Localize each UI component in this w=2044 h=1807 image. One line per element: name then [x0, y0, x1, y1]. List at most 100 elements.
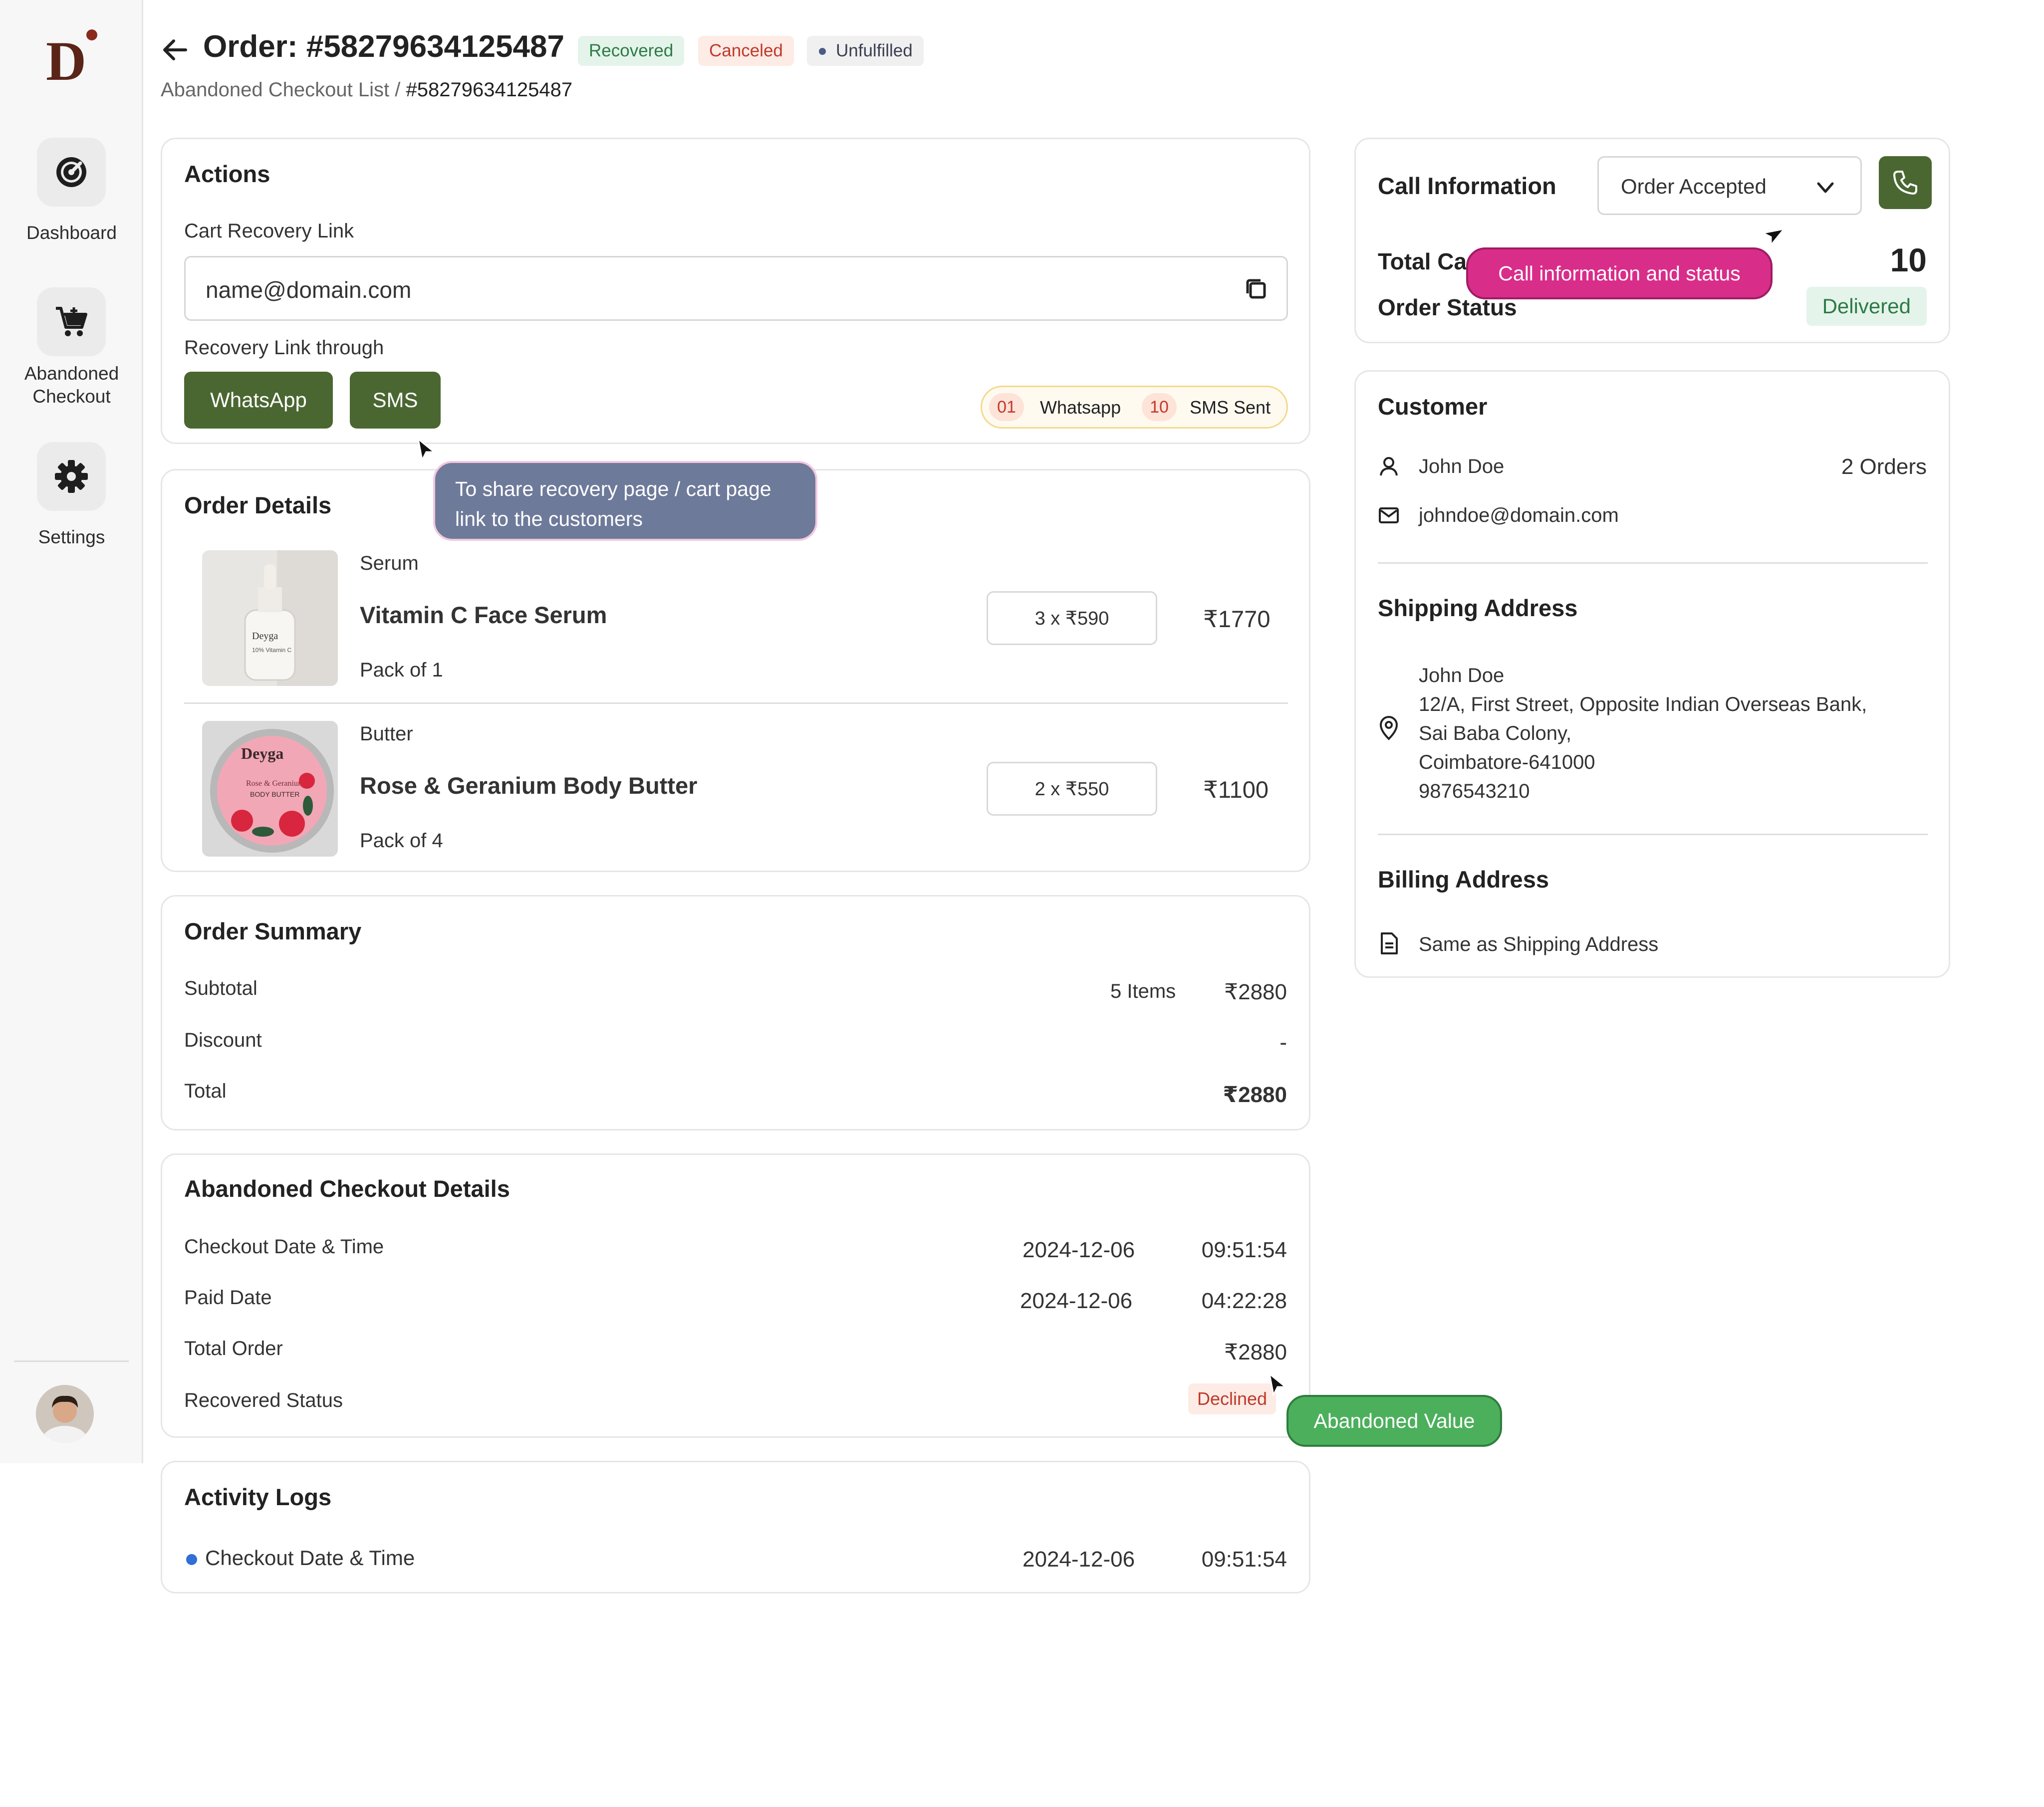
- cart-link-label: Cart Recovery Link: [184, 220, 354, 242]
- svg-text:Rose & Geranium: Rose & Geranium: [246, 779, 304, 788]
- item-total: ₹1770: [1203, 606, 1271, 632]
- subtotal-value: ₹2880: [1224, 980, 1287, 1004]
- total-value: ₹2880: [1223, 1083, 1287, 1107]
- recovered-status-label: Recovered Status: [184, 1389, 343, 1411]
- document-icon: [1379, 931, 1399, 955]
- breadcrumb: Abandoned Checkout List / #5827963412548…: [161, 79, 572, 101]
- item-category: Butter: [360, 723, 413, 745]
- ship-line: Sai Baba Colony,: [1419, 722, 1572, 744]
- product-image-serum: Deyga 10% Vitamin C: [202, 550, 338, 686]
- breadcrumb-current: #58279634125487: [406, 79, 573, 101]
- item-category: Serum: [360, 552, 419, 574]
- checkout-date: 2024-12-06: [1022, 1238, 1135, 1262]
- activity-title: Activity Logs: [184, 1484, 332, 1510]
- item-divider: [184, 702, 1288, 704]
- subtotal-label: Subtotal: [184, 977, 257, 999]
- sidebar-divider: [14, 1360, 129, 1362]
- sidebar-item-settings[interactable]: Settings: [0, 442, 143, 552]
- mouse-cursor-icon: [1761, 227, 1786, 247]
- cart-link-field[interactable]: name@domain.com: [184, 256, 1288, 321]
- customer-card: Customer John Doe 2 Orders johndoe@domai…: [1354, 370, 1950, 978]
- shipping-title: Shipping Address: [1378, 595, 1578, 621]
- brand-logo[interactable]: D: [44, 28, 99, 92]
- sms-count: 10: [1142, 393, 1177, 421]
- phone-icon: [1893, 171, 1917, 195]
- customer-title: Customer: [1378, 393, 1488, 420]
- shipping-address: John Doe 12/A, First Street, Opposite In…: [1419, 661, 1867, 806]
- paid-date-label: Paid Date: [184, 1287, 272, 1309]
- total-order-value: ₹2880: [1224, 1340, 1287, 1364]
- dashboard-gauge-icon: [37, 138, 106, 207]
- total-order-label: Total Order: [184, 1338, 283, 1359]
- billing-value: Same as Shipping Address: [1419, 933, 1659, 955]
- svg-text:Deyga: Deyga: [252, 631, 278, 642]
- item-total: ₹1100: [1203, 776, 1269, 803]
- ship-line: Coimbatore-641000: [1419, 751, 1595, 773]
- activity-entry-time: 09:51:54: [1201, 1547, 1287, 1572]
- customer-divider: [1378, 562, 1928, 564]
- chevron-down-icon: [1815, 178, 1835, 198]
- total-calls-value: 10: [1890, 241, 1927, 278]
- order-item-row: Deyga 10% Vitamin C Serum Vitamin C Face…: [162, 550, 1309, 700]
- status-badge-label: Unfulfilled: [836, 41, 913, 60]
- whatsapp-button[interactable]: WhatsApp: [184, 372, 333, 429]
- timeline-dot-icon: [186, 1554, 197, 1565]
- sent-counts-badge: 01 Whatsapp 10 SMS Sent: [981, 386, 1288, 429]
- customer-email[interactable]: johndoe@domain.com: [1419, 504, 1619, 527]
- tooltip-line: To share recovery page / cart page: [455, 477, 771, 500]
- user-avatar[interactable]: [36, 1385, 94, 1443]
- copy-icon[interactable]: [1243, 275, 1270, 302]
- paid-date: 2024-12-06: [1020, 1289, 1133, 1313]
- mail-icon: [1378, 504, 1400, 526]
- call-information-card: Call Information Order Accepted Total Ca…: [1354, 138, 1950, 343]
- recovery-link-tooltip: To share recovery page / cart page link …: [433, 461, 817, 541]
- user-icon: [1378, 455, 1400, 477]
- activity-logs-card: Activity Logs Checkout Date & Time 2024-…: [161, 1461, 1310, 1593]
- svg-text:Deyga: Deyga: [241, 744, 283, 762]
- sidebar-item-label: Settings: [38, 527, 105, 547]
- total-calls-label: Total Ca: [1378, 248, 1467, 274]
- customer-orders[interactable]: 2 Orders: [1841, 454, 1927, 479]
- item-name: Rose & Geranium Body Butter: [360, 772, 698, 799]
- mouse-cursor-icon: [1268, 1372, 1288, 1397]
- sms-button[interactable]: SMS: [350, 372, 441, 429]
- status-badge-canceled: Canceled: [698, 36, 794, 66]
- svg-text:BODY BUTTER: BODY BUTTER: [250, 790, 299, 798]
- order-summary-card: Order Summary Subtotal 5 Items ₹2880 Dis…: [161, 895, 1310, 1130]
- item-pack: Pack of 4: [360, 830, 443, 852]
- ship-name: John Doe: [1419, 665, 1505, 686]
- svg-text:D: D: [46, 30, 86, 88]
- actions-card: Actions Cart Recovery Link name@domain.c…: [161, 138, 1310, 444]
- sidebar-item-label: Abandoned Checkout: [24, 363, 119, 407]
- page-title: Order: #58279634125487: [203, 29, 564, 64]
- item-quantity-box: 2 x ₹550: [987, 762, 1157, 816]
- breadcrumb-parent[interactable]: Abandoned Checkout List /: [161, 79, 400, 101]
- billing-title: Billing Address: [1378, 866, 1549, 893]
- svg-text:10% Vitamin C: 10% Vitamin C: [252, 647, 291, 654]
- call-button[interactable]: [1879, 156, 1932, 209]
- order-summary-title: Order Summary: [184, 918, 362, 944]
- mouse-cursor-icon: [416, 437, 437, 462]
- sidebar: D Dashboard Abandoned Checkout Settings: [0, 0, 143, 1463]
- sidebar-item-abandoned-checkout[interactable]: Abandoned Checkout: [0, 287, 143, 417]
- abandoned-checkout-card: Abandoned Checkout Details Checkout Date…: [161, 1153, 1310, 1438]
- dropdown-value: Order Accepted: [1621, 175, 1767, 198]
- item-pack: Pack of 1: [360, 659, 443, 681]
- status-badge-recovered: Recovered: [578, 36, 685, 66]
- call-status-dropdown[interactable]: Order Accepted: [1597, 156, 1862, 215]
- back-arrow-icon[interactable]: [161, 35, 191, 65]
- status-dot-icon: [819, 48, 826, 55]
- discount-label: Discount: [184, 1029, 262, 1051]
- actions-title: Actions: [184, 161, 270, 187]
- checkout-datetime-label: Checkout Date & Time: [184, 1236, 384, 1258]
- tooltip-line: link to the customers: [455, 507, 643, 530]
- sidebar-item-dashboard[interactable]: Dashboard: [0, 138, 143, 252]
- items-count: 5 Items: [1110, 980, 1176, 1002]
- recovery-through-label: Recovery Link through: [184, 337, 384, 359]
- location-pin-icon: [1378, 716, 1400, 741]
- checkout-time: 09:51:54: [1201, 1238, 1287, 1262]
- order-status-badge: Delivered: [1806, 287, 1927, 326]
- product-image-body-butter: Deyga Rose & Geranium BODY BUTTER: [202, 721, 338, 857]
- activity-entry-label: Checkout Date & Time: [205, 1546, 415, 1570]
- abandoned-title: Abandoned Checkout Details: [184, 1175, 510, 1202]
